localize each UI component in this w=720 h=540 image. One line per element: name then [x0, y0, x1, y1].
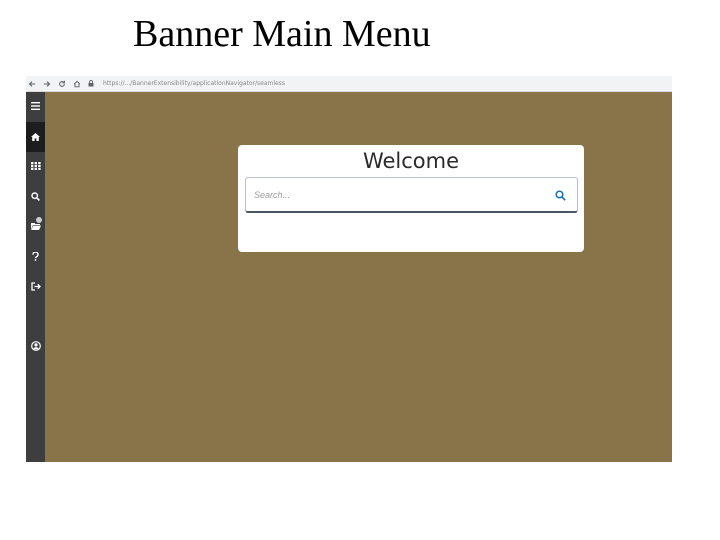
banner-app: Welcome: [26, 92, 672, 462]
welcome-title: Welcome: [362, 149, 460, 173]
search-icon[interactable]: [26, 184, 45, 208]
applications-grid-icon[interactable]: [26, 154, 45, 178]
recently-opened-folder-icon[interactable]: [26, 214, 45, 238]
help-icon[interactable]: [26, 244, 45, 268]
slide-title: Banner Main Menu: [133, 13, 431, 55]
reload-icon[interactable]: [58, 80, 66, 88]
user-profile-icon[interactable]: [26, 334, 45, 358]
back-arrow-icon[interactable]: [28, 80, 36, 88]
address-bar-url[interactable]: https://.../BannerExtensibility/applicat…: [103, 80, 285, 87]
forward-arrow-icon[interactable]: [43, 80, 51, 88]
sign-out-icon[interactable]: [26, 274, 45, 298]
search-icon[interactable]: [553, 188, 567, 202]
home-icon[interactable]: [73, 80, 81, 88]
menu-icon[interactable]: [26, 94, 45, 118]
lock-icon: [88, 80, 94, 87]
sidebar: [26, 92, 45, 462]
search-field[interactable]: [245, 177, 578, 213]
browser-toolbar: https://.../BannerExtensibility/applicat…: [26, 76, 672, 92]
welcome-card: Welcome: [238, 145, 584, 252]
notification-badge: [36, 217, 42, 223]
search-input[interactable]: [254, 186, 534, 204]
home-icon[interactable]: [26, 122, 45, 152]
